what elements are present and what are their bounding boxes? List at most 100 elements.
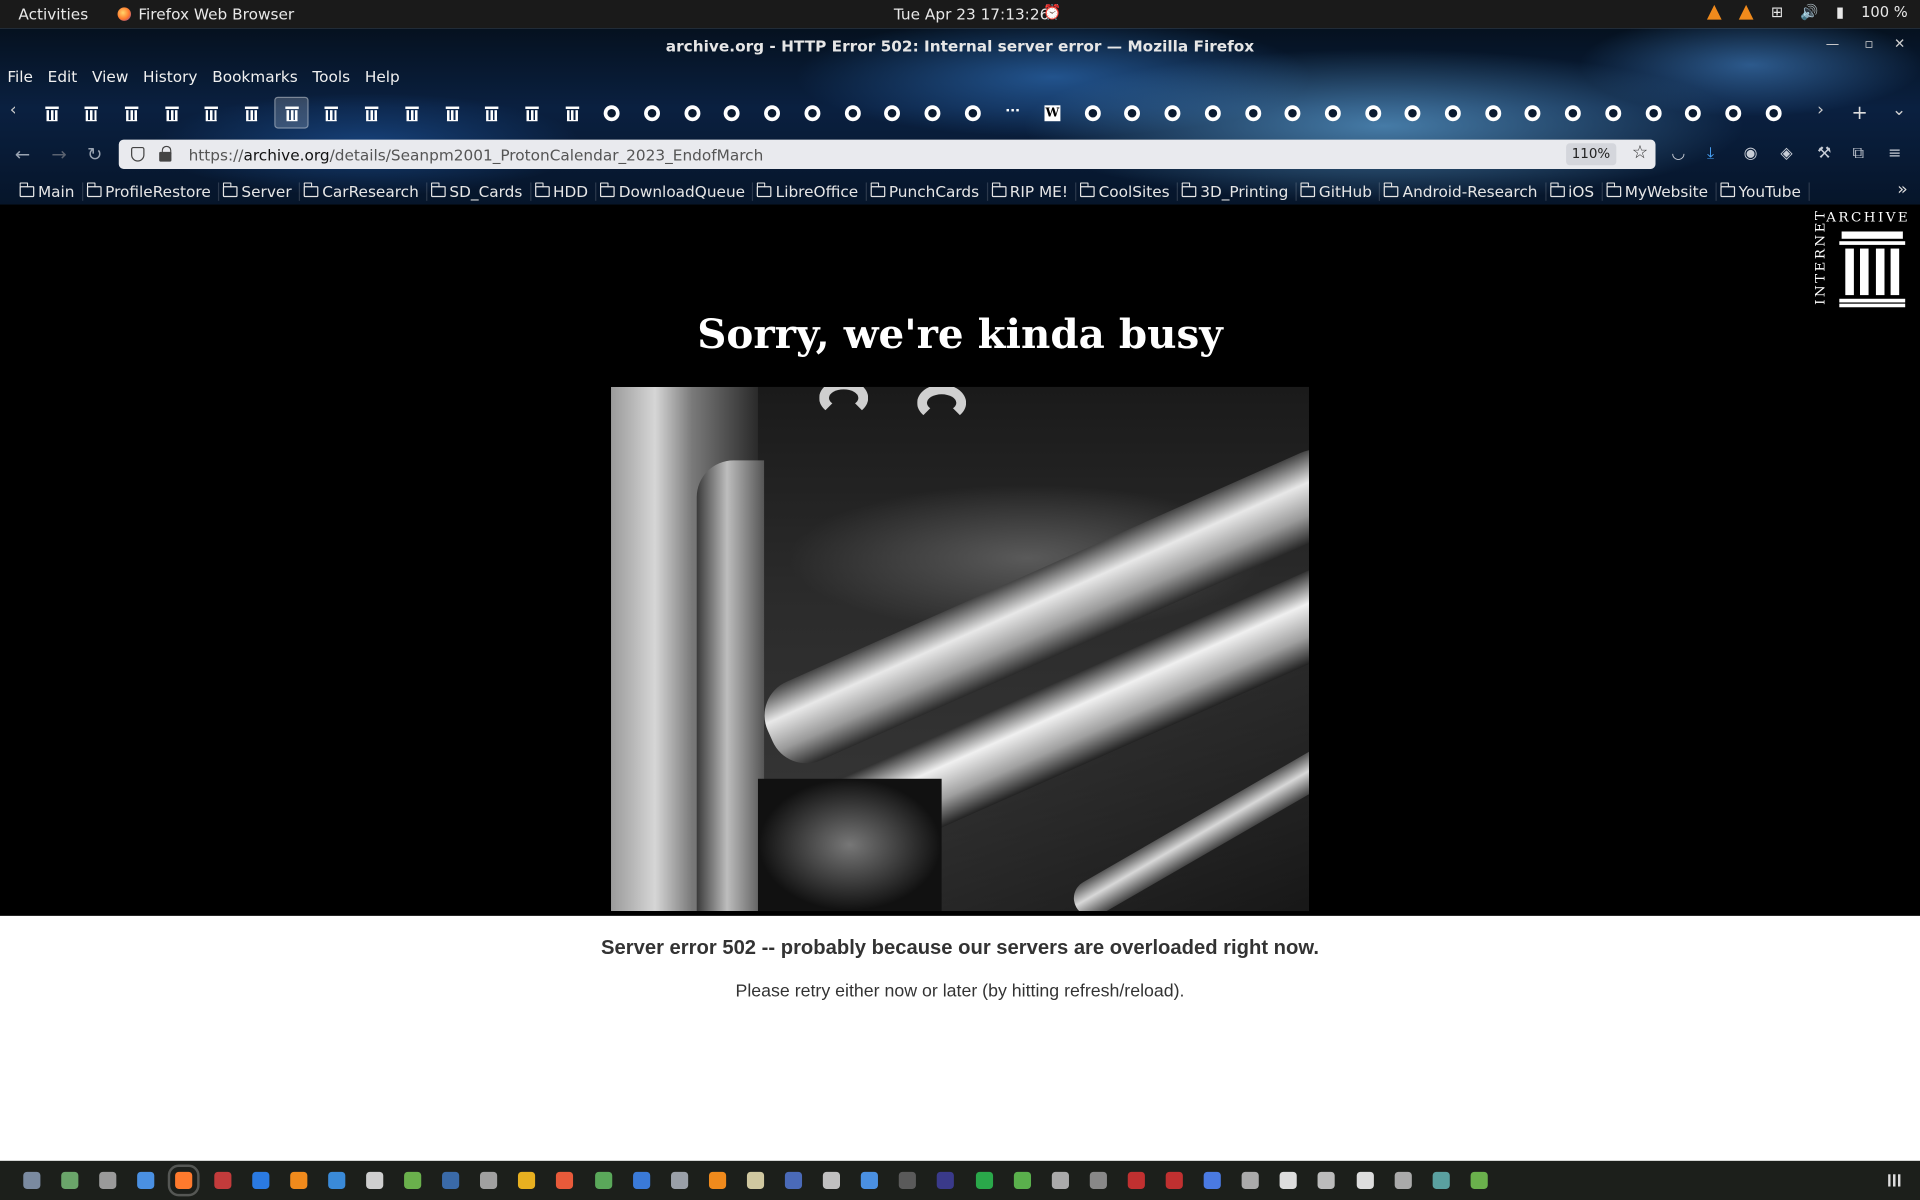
app-menu-icon[interactable]: ≡: [1888, 144, 1901, 162]
dock-app-icon[interactable]: [1356, 1171, 1374, 1189]
dock-app-icon[interactable]: [1127, 1171, 1145, 1189]
url-bar[interactable]: https://archive.org/details/Seanpm2001_P…: [118, 139, 1656, 169]
tab-scroll-left-icon[interactable]: ‹: [10, 100, 17, 120]
url-text[interactable]: https://archive.org/details/Seanpm2001_P…: [189, 145, 764, 163]
dock-app-icon[interactable]: [327, 1171, 346, 1189]
dock-app-icon[interactable]: [899, 1171, 917, 1189]
dock-app-icon[interactable]: [61, 1171, 79, 1189]
close-button[interactable]: ✕: [1894, 36, 1905, 52]
tab-3[interactable]: [154, 97, 188, 129]
dock-app-icon[interactable]: [23, 1171, 41, 1189]
dock-app-icon[interactable]: [1279, 1171, 1298, 1189]
internet-archive-logo[interactable]: ARCHIVE INTERNET: [1812, 209, 1910, 309]
tab-11[interactable]: [475, 97, 509, 129]
dock-app-icon[interactable]: [365, 1171, 384, 1189]
tab-21[interactable]: [875, 97, 909, 129]
vlc-tray-icon[interactable]: [1707, 4, 1722, 20]
extensions-icon[interactable]: ⧉: [1853, 144, 1864, 162]
tab-42[interactable]: [1716, 97, 1750, 129]
tracking-protection-icon[interactable]: [131, 146, 145, 162]
system-tray[interactable]: ⊞ 🔊 ▮ 100 %: [1707, 4, 1908, 21]
tab-34[interactable]: [1396, 97, 1430, 129]
tab-43[interactable]: [1756, 97, 1790, 129]
bookmark-folder[interactable]: Android-Research: [1384, 181, 1547, 201]
dock-app-icon[interactable]: [1470, 1171, 1488, 1189]
dock-app-icon[interactable]: [1241, 1171, 1260, 1189]
tab-28[interactable]: [1155, 97, 1189, 129]
tab-13[interactable]: [555, 97, 589, 129]
dock-app-icon[interactable]: [632, 1171, 650, 1189]
tab-27[interactable]: [1115, 97, 1149, 129]
show-apps-icon[interactable]: [1888, 1174, 1901, 1187]
activities-button[interactable]: Activities: [18, 5, 88, 23]
tab-23[interactable]: [955, 97, 989, 129]
dock-app-icon[interactable]: [784, 1171, 803, 1189]
dock-app-icon[interactable]: [1013, 1171, 1031, 1189]
dock-app-icon[interactable]: [670, 1171, 688, 1189]
vlc-tray-icon-2[interactable]: [1739, 4, 1754, 20]
dock-app-icon[interactable]: [404, 1171, 422, 1189]
bookmark-folder[interactable]: LibreOffice: [757, 181, 867, 201]
dock-app-icon[interactable]: [99, 1171, 117, 1189]
tab-39[interactable]: [1596, 97, 1630, 129]
tab-19[interactable]: [795, 97, 829, 129]
dock-app-icon[interactable]: [975, 1171, 993, 1189]
dock-app-icon[interactable]: [1089, 1171, 1107, 1189]
bookmark-folder[interactable]: CoolSites: [1080, 181, 1179, 201]
tab-scroll-right-icon[interactable]: ›: [1817, 100, 1824, 120]
bookmark-folder[interactable]: RIP ME!: [991, 181, 1077, 201]
forward-button[interactable]: →: [51, 143, 66, 165]
tab-24[interactable]: [995, 97, 1029, 129]
tab-16[interactable]: [675, 97, 709, 129]
extension-on-icon[interactable]: ⚒: [1817, 144, 1831, 162]
tab-12[interactable]: [515, 97, 549, 129]
app-menu[interactable]: Firefox Web Browser: [117, 5, 294, 23]
tab-15[interactable]: [635, 97, 669, 129]
menu-help[interactable]: Help: [357, 65, 407, 89]
tab-36[interactable]: [1476, 97, 1510, 129]
dock-app-icon[interactable]: [1051, 1171, 1069, 1189]
bookmark-folder[interactable]: ProfileRestore: [86, 181, 220, 201]
tab-18[interactable]: [755, 97, 789, 129]
dock-app-icon[interactable]: [1203, 1171, 1221, 1189]
dock-app-icon[interactable]: [137, 1171, 155, 1189]
dock-app-icon[interactable]: [518, 1171, 536, 1189]
menu-view[interactable]: View: [85, 65, 136, 89]
bookmark-folder[interactable]: Server: [223, 181, 301, 201]
tab-0[interactable]: [34, 97, 68, 129]
bookmark-folder[interactable]: SD_Cards: [431, 181, 531, 201]
minimize-button[interactable]: —: [1826, 36, 1839, 52]
tab-2[interactable]: [114, 97, 148, 129]
tab-8[interactable]: [355, 97, 389, 129]
dock-app-icon[interactable]: [213, 1171, 231, 1189]
bookmark-folder[interactable]: YouTube: [1720, 181, 1810, 201]
maximize-button[interactable]: ▫: [1864, 36, 1873, 52]
tab-25[interactable]: W: [1035, 97, 1069, 129]
dock-app-icon[interactable]: [1432, 1171, 1450, 1189]
dock-app-icon[interactable]: [708, 1171, 726, 1189]
dock-app-icon[interactable]: [1394, 1171, 1412, 1189]
tab-32[interactable]: [1316, 97, 1350, 129]
menu-history[interactable]: History: [136, 65, 205, 89]
tab-41[interactable]: [1676, 97, 1710, 129]
dock-app-icon[interactable]: [480, 1171, 498, 1189]
dock-app-icon[interactable]: [594, 1171, 612, 1189]
dock-app-icon[interactable]: [289, 1171, 307, 1189]
bookmark-folder[interactable]: 3D_Printing: [1181, 181, 1297, 201]
tab-17[interactable]: [715, 97, 749, 129]
tab-40[interactable]: [1636, 97, 1670, 129]
dock-app-icon[interactable]: [822, 1171, 841, 1189]
dock-app-icon[interactable]: [251, 1171, 269, 1189]
bookmark-folder[interactable]: iOS: [1549, 181, 1603, 201]
bookmark-folder[interactable]: DownloadQueue: [600, 181, 754, 201]
dock-app-icon[interactable]: [168, 1164, 201, 1197]
dock-app-icon[interactable]: [937, 1171, 955, 1189]
tab-7[interactable]: [315, 97, 349, 129]
dock-app-icon[interactable]: [861, 1171, 879, 1189]
tab-35[interactable]: [1436, 97, 1470, 129]
tab-38[interactable]: [1556, 97, 1590, 129]
tab-9[interactable]: [395, 97, 429, 129]
bookmark-folder[interactable]: GitHub: [1300, 181, 1381, 201]
menu-bookmarks[interactable]: Bookmarks: [205, 65, 305, 89]
account-icon[interactable]: ◉: [1744, 144, 1758, 162]
